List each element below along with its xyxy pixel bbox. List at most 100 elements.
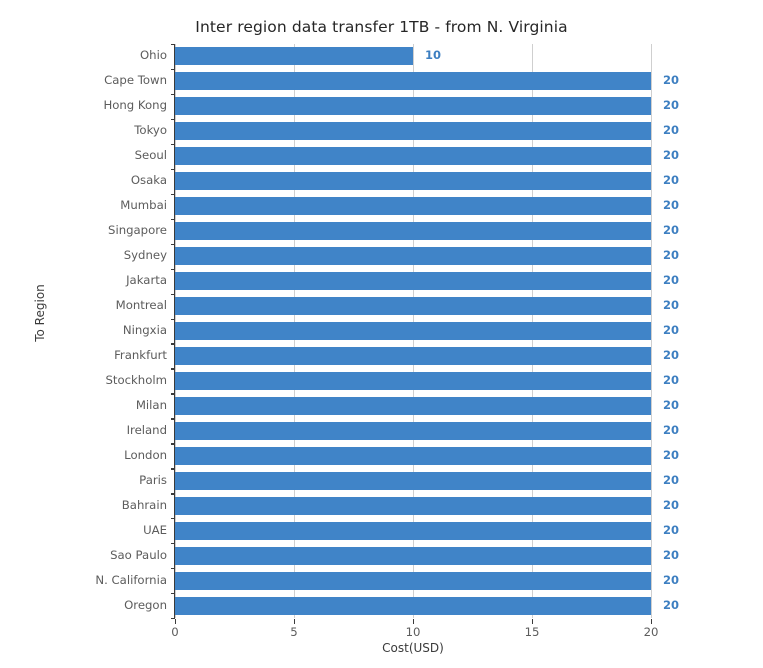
bar-value-label: 20 (663, 397, 680, 412)
chart-title: Inter region data transfer 1TB - from N.… (195, 18, 568, 36)
y-axis-label-hong-kong: Hong Kong (103, 98, 167, 113)
bar[interactable] (175, 197, 651, 216)
y-axis-tick-mark (171, 118, 175, 121)
x-axis-tick-mark (413, 619, 415, 624)
bar[interactable] (175, 122, 651, 141)
bar-value-label: 20 (663, 123, 680, 138)
bar-value-label: 10 (425, 48, 442, 63)
y-axis-title: To Region (33, 284, 47, 342)
y-axis-label-tokyo: Tokyo (134, 123, 167, 138)
y-axis-tick-mark (171, 568, 175, 570)
y-axis-label-paris: Paris (139, 472, 167, 487)
bar[interactable] (175, 47, 413, 66)
y-axis-label-mumbai: Mumbai (120, 198, 167, 213)
bar[interactable] (175, 147, 651, 166)
x-axis-ticks: 0 5 10 15 20 (171, 619, 658, 641)
y-axis-tick-mark (171, 68, 175, 71)
bar-value-label: 20 (663, 522, 680, 537)
y-axis-label-stockholm: Stockholm (105, 372, 167, 387)
bar[interactable] (175, 371, 651, 390)
bar[interactable] (175, 222, 651, 241)
bar-value-label: 20 (663, 422, 680, 437)
plot-area: 10 20 20 20 20 20 20 20 20 20 20 20 20 20 20 20 20 20 20 20… (171, 44, 679, 620)
bar[interactable] (175, 596, 651, 615)
bar[interactable] (175, 446, 651, 465)
y-axis-label-jakarta: Jakarta (126, 273, 167, 288)
bar-value-label: 20 (663, 198, 680, 213)
bar[interactable] (175, 247, 651, 266)
bar-chart: Inter region data transfer 1TB - from N.… (0, 0, 763, 668)
bar[interactable] (175, 496, 651, 515)
y-axis-tick-mark (171, 418, 175, 420)
bar[interactable] (175, 396, 651, 415)
y-axis-label-sydney: Sydney (123, 248, 167, 263)
y-axis-label-uae: UAE (143, 522, 167, 537)
y-axis-tick-mark (171, 218, 175, 220)
bar[interactable] (175, 546, 651, 565)
bar[interactable] (175, 571, 651, 590)
y-axis-tick-mark (171, 243, 175, 245)
y-axis-tick-mark (171, 44, 175, 46)
y-axis-label-n-california: N. California (95, 572, 167, 587)
y-axis-label-osaka: Osaka (130, 173, 167, 188)
bar[interactable] (175, 272, 651, 291)
y-axis-tick-mark (171, 593, 175, 595)
y-axis-tick-mark (171, 193, 175, 196)
bar[interactable] (175, 72, 651, 91)
y-axis-tick-mark (171, 393, 175, 395)
bar-value-label: 20 (663, 148, 680, 163)
y-axis-label-cape-town: Cape Town (104, 73, 167, 88)
x-axis-tick-label: 15 (524, 625, 540, 639)
x-axis-tick-mark (294, 619, 296, 624)
y-axis-tick-mark (171, 518, 175, 520)
x-axis-title: Cost(USD) (382, 641, 444, 655)
bar-value-label: 20 (663, 347, 680, 362)
y-axis-label-seoul: Seoul (134, 148, 167, 163)
bar[interactable] (175, 521, 651, 540)
y-axis-label-frankfurt: Frankfurt (114, 347, 167, 362)
bar-value-label: 20 (663, 472, 680, 487)
bar-value-label: 20 (663, 323, 680, 337)
y-axis-tick-mark (171, 343, 175, 345)
bar[interactable] (175, 421, 651, 440)
y-axis-label-milan: Milan (135, 397, 167, 412)
y-axis-label-montreal: Montreal (115, 298, 167, 313)
y-axis-tick-mark (171, 143, 175, 146)
bar-value-label: 20 (663, 298, 680, 313)
y-axis-tick-mark (171, 468, 175, 470)
bar-value-label: 20 (663, 447, 680, 462)
y-axis-label-ningxia: Ningxia (122, 323, 167, 337)
y-axis-label-ohio: Ohio (139, 48, 167, 63)
y-axis-tick-mark (171, 318, 175, 320)
bar[interactable] (175, 297, 651, 316)
x-axis-tick-mark (175, 619, 177, 624)
bar-value-label: 20 (663, 372, 680, 387)
y-axis-label-sao-paulo: Sao Paulo (110, 547, 167, 562)
bar[interactable] (175, 346, 651, 365)
bar-value-label: 20 (663, 597, 680, 612)
x-axis-tick-label: 0 (171, 625, 179, 639)
y-axis-label-ireland: Ireland (126, 422, 167, 437)
bar[interactable] (175, 322, 651, 340)
y-axis-tick-mark (171, 93, 175, 96)
y-axis-label-bahrain: Bahrain (121, 497, 167, 512)
y-axis-tick-mark (171, 493, 175, 495)
bar-value-label: 20 (663, 223, 680, 238)
y-axis-tick-mark (171, 368, 175, 370)
bar[interactable] (175, 97, 651, 116)
x-axis-tick-mark (651, 619, 653, 624)
bar[interactable] (175, 471, 651, 490)
x-axis-tick-mark (532, 619, 534, 624)
x-axis-tick-label: 5 (290, 625, 298, 639)
bar-value-label: 20 (663, 98, 680, 113)
gridline (651, 44, 652, 618)
bar-value-label: 20 (663, 248, 680, 263)
x-axis-tick-label: 10 (405, 625, 421, 639)
y-axis-tick-mark (171, 443, 175, 445)
x-axis-tick-label: 20 (643, 625, 659, 639)
y-axis-label-oregon: Oregon (124, 597, 167, 612)
y-axis-tick-mark (171, 168, 175, 171)
bar[interactable] (175, 172, 651, 191)
y-axis-tick-mark (171, 293, 175, 295)
y-axis-tick-mark (171, 543, 175, 545)
